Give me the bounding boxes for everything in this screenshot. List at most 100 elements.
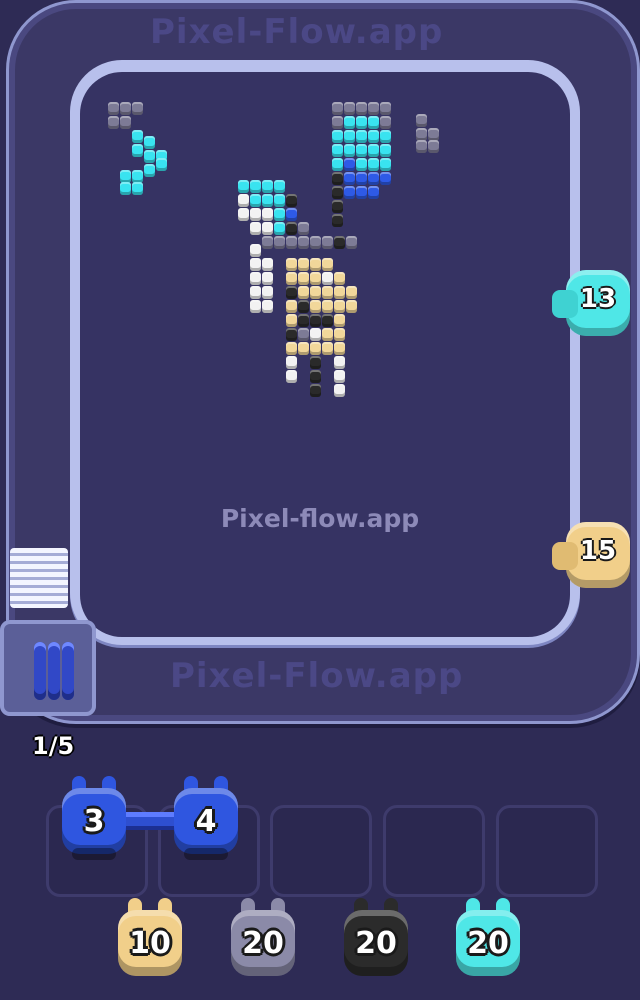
pixel-block — [144, 150, 155, 163]
pixel-block — [356, 116, 367, 129]
pixel-block — [344, 102, 355, 115]
pixel-block — [250, 180, 261, 193]
pixel-block — [332, 172, 343, 185]
pixel-block — [344, 186, 355, 199]
side-shooter-count: 15 — [579, 536, 617, 566]
pixel-block — [298, 342, 309, 355]
pixel-block — [274, 236, 285, 249]
pixel-block — [334, 314, 345, 327]
holding-slot[interactable] — [383, 805, 485, 897]
track-watermark-top: Pixel-Flow.app — [150, 12, 444, 52]
pixel-block — [334, 342, 345, 355]
pixel-block — [274, 222, 285, 235]
pixel-block — [310, 258, 321, 271]
pixel-block — [334, 384, 345, 397]
pixel-block — [298, 328, 309, 341]
shooter-count: 20 — [355, 926, 397, 961]
pixel-block — [344, 172, 355, 185]
pixel-block — [332, 214, 343, 227]
dock-ammo — [48, 642, 60, 700]
pixel-block — [250, 222, 261, 235]
pixel-block — [310, 328, 321, 341]
holding-slot[interactable] — [496, 805, 598, 897]
pixel-block — [356, 172, 367, 185]
pixel-block — [132, 130, 143, 143]
dock-ammo — [34, 642, 46, 700]
shooter-count: 4 — [195, 804, 217, 839]
pixel-block — [356, 158, 367, 171]
pixel-block — [428, 140, 439, 153]
pixel-block — [380, 158, 391, 171]
pixel-block — [334, 328, 345, 341]
pixel-block — [286, 208, 297, 221]
pixel-block — [262, 194, 273, 207]
pixel-block — [262, 272, 273, 285]
pixel-block — [286, 314, 297, 327]
pixel-block — [286, 328, 297, 341]
pixel-block — [332, 144, 343, 157]
pixel-block — [262, 300, 273, 313]
pixel-block — [344, 116, 355, 129]
side-shooter-cream[interactable]: 15 — [552, 522, 630, 592]
pixel-block — [274, 194, 285, 207]
pixel-block — [286, 342, 297, 355]
pixel-block — [332, 186, 343, 199]
pixel-block — [298, 300, 309, 313]
pixel-block — [346, 300, 357, 313]
waiting-shooter-gray[interactable]: 20 — [227, 898, 299, 984]
waiting-shooter-cyan[interactable]: 20 — [452, 898, 524, 984]
pixel-block — [250, 244, 261, 257]
shooter-count: 20 — [242, 926, 284, 961]
pixel-block — [298, 222, 309, 235]
pixel-block — [310, 272, 321, 285]
pixel-block — [238, 208, 249, 221]
pixel-block — [132, 102, 143, 115]
pixel-block — [120, 102, 131, 115]
pixel-block — [380, 102, 391, 115]
feeder-stairs — [10, 548, 68, 608]
pixel-block — [310, 236, 321, 249]
active-shooter-1[interactable]: 3 — [58, 776, 130, 862]
pixel-block — [132, 182, 143, 195]
pixel-block — [356, 186, 367, 199]
pixel-block — [238, 194, 249, 207]
pixel-block — [286, 286, 297, 299]
waiting-shooter-black[interactable]: 20 — [340, 898, 412, 984]
pixel-block — [108, 102, 119, 115]
pixel-block — [368, 116, 379, 129]
pixel-block — [322, 342, 333, 355]
pixel-block — [322, 328, 333, 341]
pixel-block — [250, 258, 261, 271]
holding-slot[interactable] — [270, 805, 372, 897]
track-watermark-bottom: Pixel-Flow.app — [170, 656, 464, 696]
pixel-block — [310, 356, 321, 369]
pixel-block — [416, 140, 427, 153]
pixel-block — [368, 186, 379, 199]
pixel-block — [298, 258, 309, 271]
pixel-block — [262, 286, 273, 299]
active-shooter-2[interactable]: 4 — [170, 776, 242, 862]
pixel-block — [144, 164, 155, 177]
pixel-block — [250, 272, 261, 285]
pixel-block — [346, 286, 357, 299]
pixel-block — [322, 258, 333, 271]
shooter-count: 3 — [83, 804, 105, 839]
pixel-block — [334, 300, 345, 313]
pixel-block — [332, 130, 343, 143]
pixel-block — [368, 172, 379, 185]
waiting-shooter-cream[interactable]: 10 — [114, 898, 186, 984]
pixel-block — [262, 222, 273, 235]
pixel-block — [132, 144, 143, 157]
queue-progress: 1/5 — [32, 732, 75, 760]
pixel-block — [334, 356, 345, 369]
side-shooter-count: 13 — [579, 284, 617, 314]
pixel-block — [344, 130, 355, 143]
side-shooter-cyan[interactable]: 13 — [552, 270, 630, 340]
pixel-block — [368, 158, 379, 171]
pixel-block — [356, 144, 367, 157]
pixel-block — [334, 370, 345, 383]
pixel-block — [334, 236, 345, 249]
shooter-count: 20 — [467, 926, 509, 961]
pixel-block — [332, 200, 343, 213]
pixel-block — [250, 286, 261, 299]
